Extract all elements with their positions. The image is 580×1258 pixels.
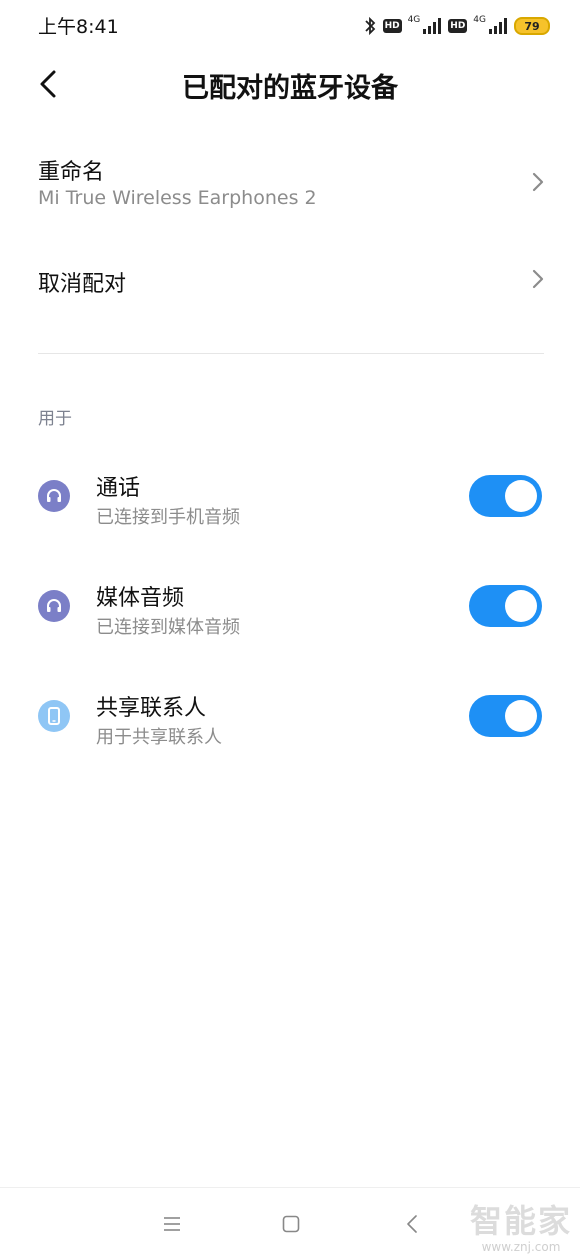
battery-indicator: 79 — [514, 17, 550, 35]
page-title: 已配对的蓝牙设备 — [182, 73, 398, 104]
unpair-row[interactable]: 取消配对 — [0, 250, 580, 314]
battery-level: 79 — [524, 19, 540, 33]
bluetooth-icon — [364, 16, 375, 36]
section-label: 用于 — [38, 409, 72, 429]
feature-title: 共享联系人 — [96, 696, 207, 721]
feature-title: 通话 — [96, 476, 141, 501]
home-button[interactable] — [277, 1210, 305, 1238]
feature-row-calls: 通话 已连接到手机音频 — [0, 450, 580, 540]
toggle-knob — [505, 590, 537, 622]
watermark-logo: 智能家 — [469, 1202, 572, 1240]
back-icon — [407, 1215, 417, 1233]
signal-icon — [489, 18, 507, 34]
toggle-knob — [505, 700, 537, 732]
feature-subtitle: 已连接到手机音频 — [96, 507, 240, 528]
rename-title: 重命名 — [38, 160, 105, 185]
unpair-title: 取消配对 — [38, 272, 127, 297]
watermark-url: www.znj.com — [481, 1240, 561, 1254]
chevron-right-icon — [532, 172, 544, 192]
feature-row-contacts: 共享联系人 用于共享联系人 — [0, 670, 580, 760]
headphones-icon — [38, 590, 70, 622]
signal-icon — [423, 18, 442, 34]
status-bar: 上午8:41 HD 4G HD 4G 79 — [0, 0, 580, 52]
headphones-icon — [38, 480, 70, 512]
toggle-knob — [505, 480, 537, 512]
header: 已配对的蓝牙设备 — [0, 52, 580, 116]
watermark: 智能家 www.znj.com — [470, 1196, 572, 1254]
feature-subtitle: 已连接到媒体音频 — [96, 617, 240, 638]
share-contacts-toggle[interactable] — [469, 695, 542, 737]
feature-title: 媒体音频 — [96, 586, 185, 611]
chevron-right-icon — [532, 269, 544, 289]
divider — [38, 353, 544, 354]
rename-row[interactable]: 重命名 Mi True Wireless Earphones 2 — [0, 140, 580, 230]
status-icons: HD 4G HD 4G 79 — [363, 14, 550, 38]
network-type-label: 4G — [407, 15, 421, 25]
network-type-label: 4G — [473, 15, 486, 25]
feature-subtitle: 用于共享联系人 — [96, 727, 222, 748]
device-name: Mi True Wireless Earphones 2 — [38, 187, 317, 209]
back-nav-button[interactable] — [398, 1210, 426, 1238]
feature-row-media: 媒体音频 已连接到媒体音频 — [0, 560, 580, 650]
calls-toggle[interactable] — [469, 475, 542, 517]
home-icon — [282, 1215, 300, 1233]
menu-button[interactable] — [158, 1210, 186, 1238]
hd-badge: HD — [448, 19, 468, 33]
status-time: 上午8:41 — [38, 16, 119, 38]
media-audio-toggle[interactable] — [469, 585, 542, 627]
menu-icon — [164, 1217, 180, 1231]
phone-icon — [38, 700, 70, 732]
hd-badge: HD — [382, 19, 402, 33]
